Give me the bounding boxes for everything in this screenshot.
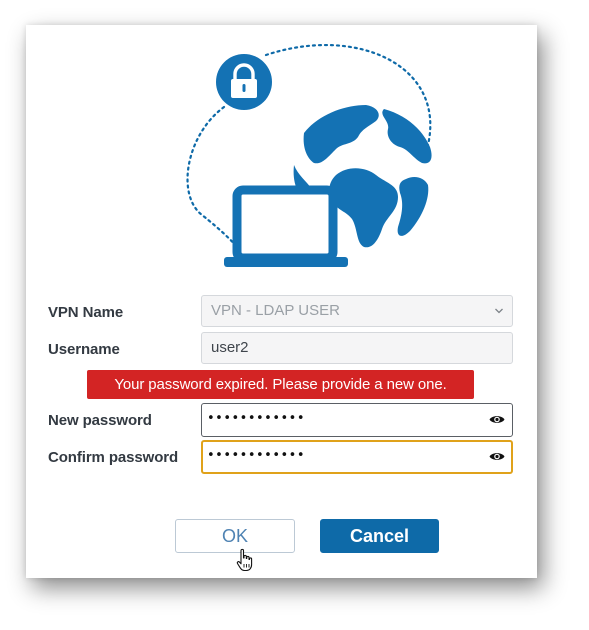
laptop-icon xyxy=(224,185,348,267)
username-label: Username xyxy=(48,341,120,358)
ok-button[interactable]: OK xyxy=(175,519,295,553)
new-password-input[interactable]: •••••••••••• xyxy=(201,403,513,437)
confirm-password-label: Confirm password xyxy=(48,449,179,466)
username-value: user2 xyxy=(211,339,249,356)
chevron-down-icon xyxy=(495,308,503,314)
vpn-name-label: VPN Name xyxy=(48,304,124,321)
vpn-name-select[interactable]: VPN - LDAP USER xyxy=(201,295,513,327)
hand-cursor-icon xyxy=(236,548,253,572)
password-expired-error: Your password expired. Please provide a … xyxy=(87,370,474,399)
lock-icon xyxy=(216,54,272,110)
confirm-password-value: •••••••••••• xyxy=(207,448,306,463)
vpn-password-dialog: VPN Name VPN - LDAP USER Username user2 … xyxy=(26,25,537,578)
new-password-value: •••••••••••• xyxy=(207,411,306,426)
connection-arc-left xyxy=(186,105,242,252)
username-field[interactable]: user2 xyxy=(201,332,513,364)
vpn-illustration xyxy=(186,43,433,267)
show-password-eye-icon[interactable] xyxy=(489,451,505,462)
vpn-name-value: VPN - LDAP USER xyxy=(211,302,340,319)
cancel-button[interactable]: Cancel xyxy=(320,519,439,553)
new-password-label: New password xyxy=(48,412,152,429)
confirm-password-input[interactable]: •••••••••••• xyxy=(201,440,513,474)
show-password-eye-icon[interactable] xyxy=(489,414,505,425)
